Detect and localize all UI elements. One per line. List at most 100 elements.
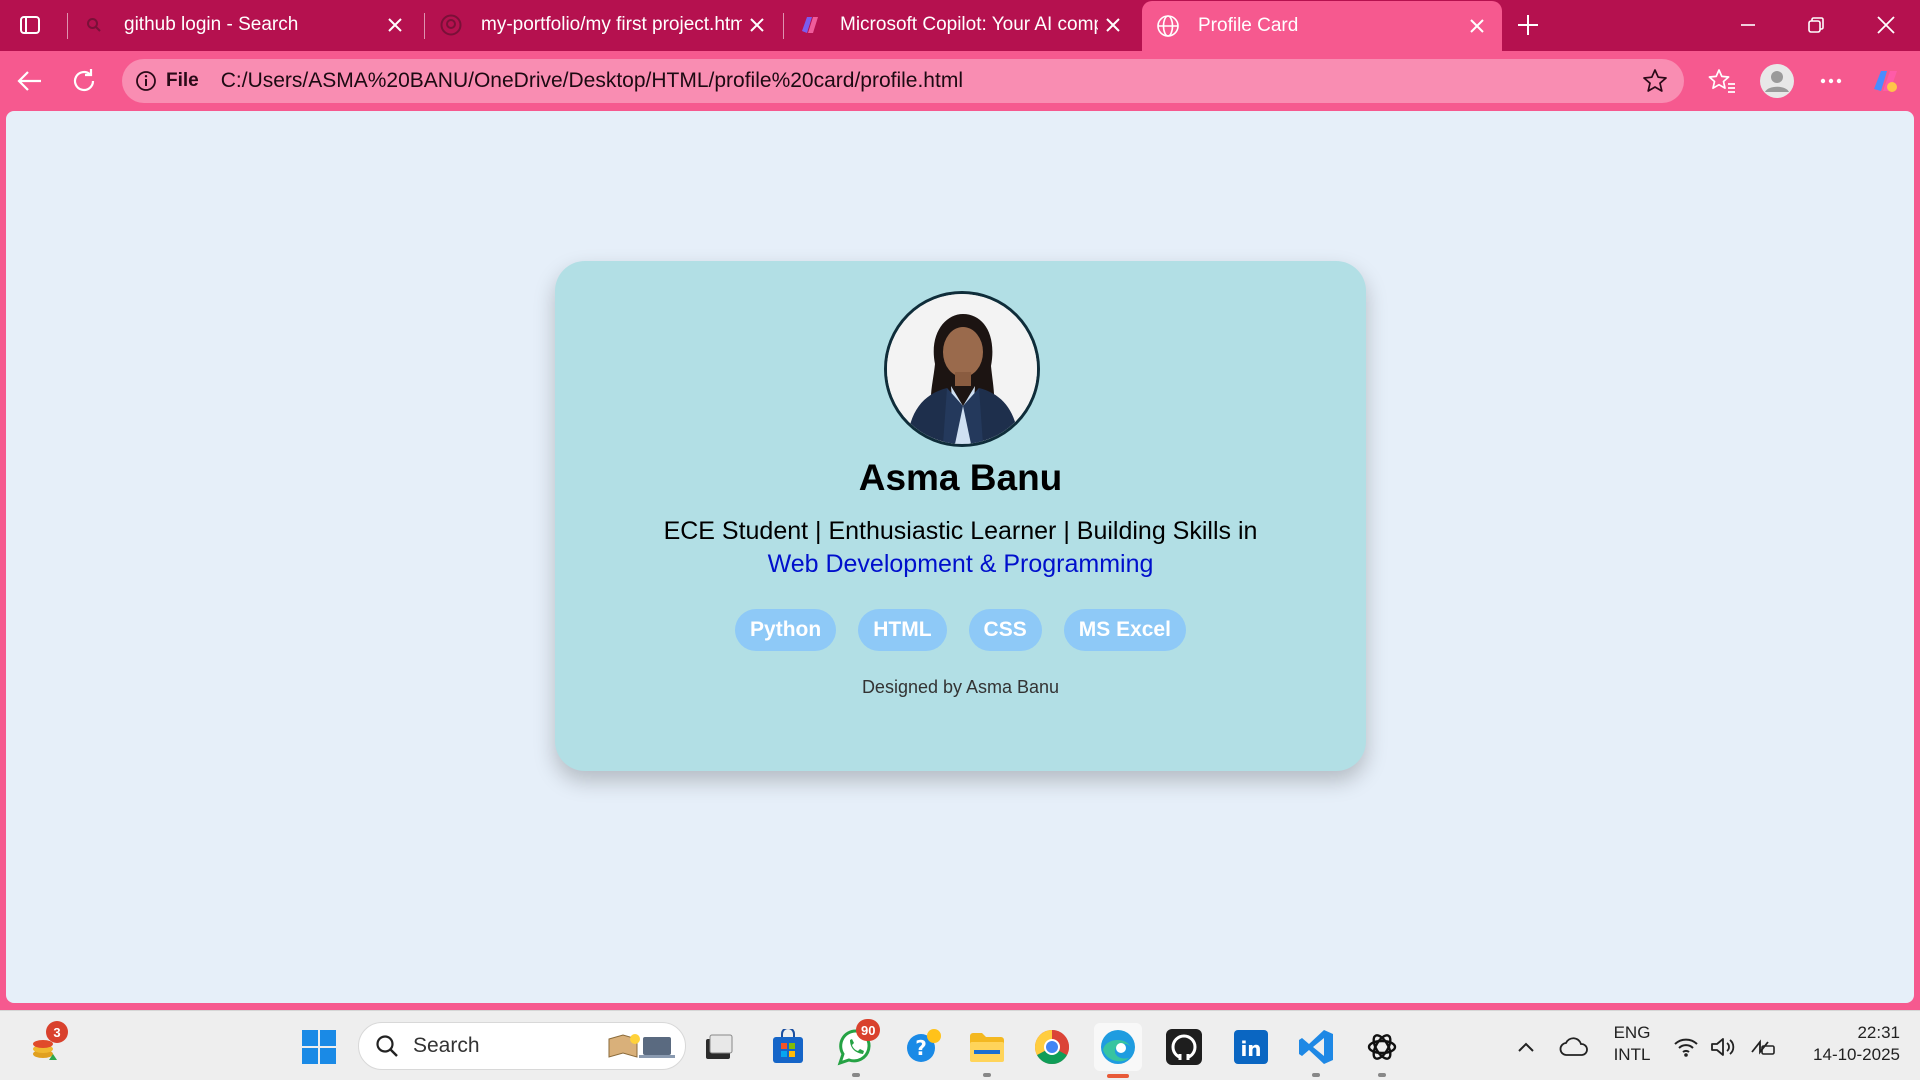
address-bar[interactable]: File C:/Users/ASMA%20BANU/OneDrive/Deskt… [122, 59, 1684, 103]
tab-close-icon[interactable] [380, 10, 410, 40]
file-explorer-button[interactable] [963, 1023, 1011, 1077]
svg-text:in: in [1240, 1037, 1261, 1061]
keyboard-layout: INTL [1613, 1045, 1651, 1064]
more-horizontal-icon [1820, 78, 1842, 84]
restore-button[interactable] [1786, 0, 1846, 50]
minimize-button[interactable] [1718, 0, 1778, 50]
running-indicator [1378, 1073, 1386, 1077]
new-tab-button[interactable] [1498, 0, 1558, 50]
clock-time: 22:31 [1857, 1023, 1900, 1042]
search-highlight-icon [608, 1034, 675, 1058]
whatsapp-button[interactable]: 90 [832, 1019, 881, 1077]
clock[interactable]: 22:31 14-10-2025 [1786, 1022, 1900, 1066]
get-help-button[interactable]: ? [900, 1023, 948, 1071]
task-view-button[interactable] [695, 1023, 743, 1071]
language-code: ENG [1613, 1023, 1651, 1042]
profile-photo [884, 291, 1040, 447]
skill-chip-ms-excel: MS Excel [1063, 609, 1186, 651]
battery-button[interactable] [1742, 1023, 1782, 1071]
taskbar: 3 Search 90 ? in ENG INTL 22:31 14-10-20… [0, 1010, 1920, 1080]
tab-bar: github login - Search my-portfolio/my fi… [0, 0, 1920, 51]
profile-card: Asma Banu ECE Student | Enthusiastic Lea… [555, 261, 1366, 771]
speaker-icon [1711, 1038, 1735, 1056]
tab-title: Profile Card [1198, 15, 1299, 36]
linkedin-button[interactable]: in [1227, 1023, 1275, 1071]
vscode-button[interactable] [1292, 1023, 1340, 1077]
tab-actions-button[interactable] [0, 0, 60, 50]
onedrive-button[interactable] [1550, 1023, 1598, 1071]
back-button[interactable] [9, 60, 51, 102]
search-icon [82, 13, 106, 37]
svg-text:?: ? [915, 1036, 927, 1060]
taskbar-search[interactable]: Search [358, 1022, 686, 1070]
network-button[interactable] [1666, 1023, 1706, 1071]
tab-github-login-search[interactable]: github login - Search [68, 0, 420, 50]
volume-button[interactable] [1704, 1023, 1744, 1071]
store-icon [773, 1029, 803, 1063]
plus-icon [1518, 15, 1538, 35]
task-view-icon [706, 1034, 733, 1059]
edge-button[interactable] [1094, 1023, 1142, 1078]
language-indicator[interactable]: ENG INTL [1604, 1022, 1660, 1066]
edge-icon [1101, 1030, 1135, 1064]
page-viewport: Asma Banu ECE Student | Enthusiastic Lea… [6, 111, 1914, 1003]
tab-microsoft-copilot[interactable]: Microsoft Copilot: Your AI companion [784, 0, 1138, 50]
running-indicator [852, 1073, 860, 1077]
vscode-icon [1299, 1030, 1333, 1064]
copilot-button[interactable] [1865, 60, 1907, 102]
microsoft-store-button[interactable] [764, 1023, 812, 1071]
favorites-icon [1708, 69, 1735, 93]
tab-actions-icon [20, 16, 40, 34]
tab-close-icon[interactable] [742, 10, 772, 40]
tab-close-icon[interactable] [1098, 10, 1128, 40]
restore-icon [1808, 17, 1824, 33]
skill-chip-html: HTML [858, 609, 947, 651]
favorites-button[interactable] [1701, 60, 1743, 102]
linkedin-icon: in [1234, 1030, 1268, 1064]
copilot-icon [1874, 71, 1897, 92]
show-hidden-icons-button[interactable] [1502, 1023, 1550, 1071]
chrome-button[interactable] [1028, 1023, 1076, 1071]
github-desktop-button[interactable] [1160, 1023, 1208, 1071]
close-window-button[interactable] [1856, 0, 1916, 50]
card-footer: Designed by Asma Banu [861, 677, 1060, 697]
refresh-button[interactable] [63, 60, 105, 102]
minimize-icon [1741, 24, 1755, 26]
address-toolbar: File C:/Users/ASMA%20BANU/OneDrive/Deskt… [0, 51, 1920, 110]
copilot-icon [798, 13, 822, 37]
settings-more-button[interactable] [1810, 60, 1852, 102]
globe-icon [1156, 14, 1180, 38]
url-text[interactable]: C:/Users/ASMA%20BANU/OneDrive/Desktop/HT… [221, 69, 963, 93]
tab-title: Microsoft Copilot: Your AI companion [840, 14, 1098, 35]
chrome-icon [1035, 1030, 1069, 1064]
file-label: File [166, 70, 199, 91]
widgets-button[interactable]: 3 [22, 1021, 70, 1071]
active-indicator [1107, 1074, 1129, 1078]
chatgpt-button[interactable] [1358, 1023, 1406, 1077]
search-label: Search [413, 1034, 480, 1057]
close-icon [1877, 16, 1895, 34]
chatgpt-icon [1367, 1034, 1397, 1060]
tab-my-portfolio[interactable]: my-portfolio/my first project.html [425, 0, 782, 50]
tab-profile-card[interactable]: Profile Card [1142, 1, 1502, 51]
avatar-icon [1760, 64, 1794, 98]
skill-chip-python: Python [735, 609, 837, 651]
folder-icon [970, 1033, 1004, 1062]
start-button[interactable] [295, 1023, 343, 1071]
skill-chip-css: CSS [968, 609, 1042, 651]
running-indicator [1312, 1073, 1320, 1077]
help-icon: ? [907, 1029, 941, 1062]
github-icon [439, 13, 463, 37]
skills-list: Python HTML CSS MS Excel [555, 609, 1366, 651]
profile-button[interactable] [1756, 60, 1798, 102]
widgets-badge: 3 [46, 1021, 68, 1043]
bio-text: ECE Student | Enthusiastic Learner | Bui… [663, 517, 1258, 545]
info-icon[interactable] [134, 69, 158, 93]
tab-title: github login - Search [124, 14, 299, 35]
running-indicator [983, 1073, 991, 1077]
tab-close-icon[interactable] [1462, 11, 1492, 41]
favorite-star-icon[interactable] [1642, 68, 1668, 94]
chevron-up-icon [1518, 1042, 1534, 1052]
cloud-icon [1559, 1037, 1588, 1056]
refresh-icon [73, 69, 95, 92]
